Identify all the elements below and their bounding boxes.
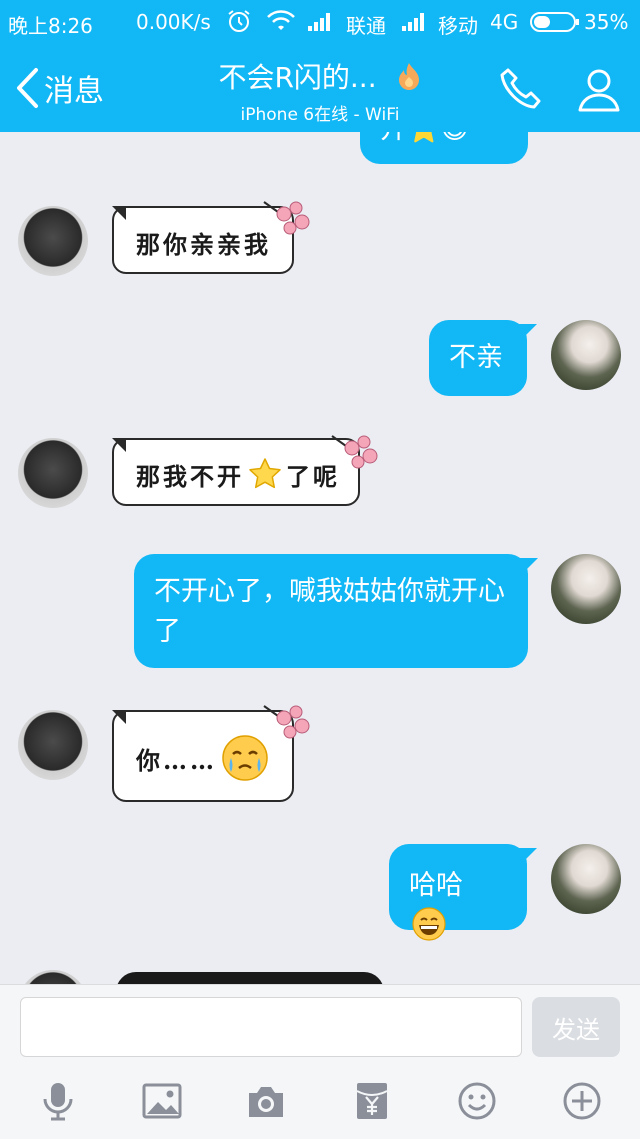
plus-icon[interactable] — [562, 1081, 602, 1121]
message-text: 你…… — [136, 745, 217, 775]
message-bubble-outgoing[interactable]: 不开心了，喊我姑姑你就开心了 — [134, 554, 538, 668]
message-list[interactable]: 开⭐😄 那你亲亲我 不亲 那我不开 了呢 不开心了，喊我姑姑你就开心了 — [0, 132, 640, 984]
my-avatar[interactable] — [551, 320, 621, 390]
message-text: 不亲 — [449, 342, 503, 373]
message-text: 那我不开 — [136, 461, 244, 491]
emoji-icon[interactable] — [457, 1081, 497, 1121]
message-text: 开⭐😄 — [380, 132, 469, 145]
status-network-speed: 0.00K/s — [136, 10, 211, 34]
bubble-flower-decoration — [263, 705, 310, 739]
bubble-tail — [519, 324, 537, 342]
status-time: 晚上8:26 — [8, 14, 93, 38]
status-bar: 晚上8:26 0.00K/s 联通 移动 4G 35% — [0, 0, 640, 44]
status-carrier-2: 移动 — [438, 14, 478, 38]
message-input[interactable] — [20, 997, 522, 1057]
bubble-tail — [520, 558, 538, 576]
wifi-icon — [267, 10, 295, 30]
battery-icon — [530, 12, 579, 32]
chevron-left-icon — [17, 68, 38, 108]
chat-title[interactable]: 不会R闪的... — [160, 56, 480, 96]
contact-avatar[interactable] — [18, 970, 88, 984]
star-emoji-icon — [249, 458, 281, 489]
message-bubble-outgoing[interactable]: 哈哈 — [389, 844, 537, 941]
red-packet-icon[interactable] — [352, 1081, 392, 1121]
message-bubble-incoming[interactable]: 那我不开 了呢 — [112, 438, 360, 506]
flame-icon — [398, 63, 419, 90]
grin-face-emoji-icon — [412, 906, 446, 941]
back-label: 消息 — [44, 74, 104, 109]
chat-header: 消息 不会R闪的... iPhone 6在线 - WiFi — [0, 44, 640, 132]
message-bubble-incoming[interactable] — [116, 972, 384, 984]
camera-icon[interactable] — [246, 1081, 286, 1121]
input-panel: 发送 — [0, 984, 640, 1139]
message-bubble-outgoing[interactable]: 开⭐😄 — [360, 132, 528, 164]
alarm-icon — [228, 10, 250, 32]
my-avatar[interactable] — [551, 554, 621, 624]
message-text: 不开心了，喊我姑姑你就开心了 — [154, 576, 505, 647]
status-battery-level: 35% — [584, 10, 629, 34]
bubble-flower-decoration — [331, 435, 378, 469]
message-text: 哈哈 — [409, 870, 463, 901]
send-button[interactable]: 发送 — [532, 997, 620, 1057]
message-text: 那你亲亲我 — [136, 229, 271, 259]
contact-name: 不会R闪的... — [218, 61, 377, 94]
contact-avatar[interactable] — [18, 710, 88, 780]
microphone-icon[interactable] — [38, 1081, 78, 1121]
phone-icon[interactable] — [496, 64, 546, 114]
status-network-type: 4G — [490, 10, 519, 34]
contact-avatar[interactable] — [18, 438, 88, 508]
signal-icon — [402, 13, 424, 31]
status-carrier-1: 联通 — [346, 14, 386, 38]
bubble-flower-decoration — [263, 201, 310, 235]
bubble-tail — [519, 848, 537, 866]
back-button[interactable]: 消息 — [14, 66, 104, 110]
image-icon[interactable] — [142, 1081, 182, 1121]
message-bubble-outgoing[interactable]: 不亲 — [429, 320, 537, 396]
signal-icon — [308, 13, 330, 31]
online-status: iPhone 6在线 - WiFi — [240, 105, 400, 125]
my-avatar[interactable] — [551, 844, 621, 914]
profile-icon[interactable] — [574, 64, 624, 114]
contact-avatar[interactable] — [18, 206, 88, 276]
